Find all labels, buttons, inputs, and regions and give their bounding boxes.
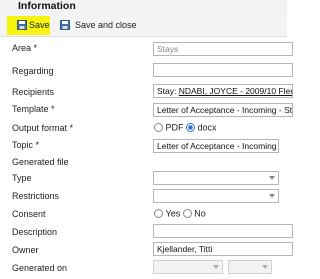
restrictions-label: Restrictions bbox=[12, 191, 60, 201]
recipients-label: Recipients bbox=[12, 87, 55, 97]
consent-yes-label: Yes bbox=[165, 208, 181, 219]
floppy-disk-icon bbox=[17, 20, 27, 30]
type-select[interactable] bbox=[153, 171, 279, 185]
template-label: Template * bbox=[12, 104, 55, 114]
description-label: Description bbox=[12, 227, 58, 237]
template-field[interactable]: Letter of Acceptance - Incoming - St bbox=[153, 103, 293, 117]
docx-radio[interactable] bbox=[186, 123, 196, 133]
area-field[interactable]: Stays bbox=[153, 42, 293, 56]
generated-on-time-select[interactable] bbox=[228, 260, 272, 274]
consent-no-label: No bbox=[194, 208, 206, 219]
toolbar: Save Save and close bbox=[0, 15, 287, 37]
pdf-radio-label: PDF bbox=[165, 122, 184, 133]
dialog-title: Information bbox=[18, 0, 76, 12]
docx-radio-label: docx bbox=[197, 122, 217, 133]
recipient-link[interactable]: NDABI, JOYCE - 2009/10 bbox=[179, 86, 276, 96]
output-format-radio-group: PDF docx bbox=[154, 122, 217, 133]
owner-field[interactable]: Kjellander, Titti bbox=[153, 242, 293, 256]
chevron-down-icon bbox=[213, 265, 219, 269]
output-format-label: Output format * bbox=[12, 123, 74, 133]
save-and-close-button[interactable]: Save and close bbox=[58, 16, 148, 35]
regarding-label: Regarding bbox=[12, 66, 54, 76]
topic-label: Topic * bbox=[12, 140, 40, 150]
type-label: Type bbox=[12, 173, 32, 183]
chevron-down-icon bbox=[269, 176, 275, 180]
regarding-field[interactable] bbox=[153, 63, 293, 77]
consent-radio-group: Yes No bbox=[154, 208, 206, 219]
save-and-close-label: Save and close bbox=[75, 20, 137, 30]
recipients-field[interactable]: Stay: NDABI, JOYCE - 2009/10 Flem bbox=[153, 84, 293, 98]
recipients-prefix: Stay: bbox=[157, 86, 179, 96]
generated-file-label: Generated file bbox=[12, 157, 69, 167]
consent-label: Consent bbox=[12, 209, 46, 219]
save-label: Save bbox=[29, 20, 50, 30]
restrictions-select[interactable] bbox=[153, 189, 279, 203]
dialog-header: Information bbox=[0, 0, 287, 15]
chevron-down-icon bbox=[262, 265, 268, 269]
consent-yes-radio[interactable] bbox=[154, 209, 163, 219]
topic-field[interactable]: Letter of Acceptance - Incoming - bbox=[153, 139, 279, 153]
save-button[interactable]: Save bbox=[7, 16, 50, 35]
recipient-suffix[interactable]: Flem bbox=[276, 86, 292, 96]
area-label: Area * bbox=[12, 43, 38, 53]
description-field[interactable] bbox=[153, 224, 293, 238]
generated-on-label: Generated on bbox=[12, 263, 68, 273]
chevron-down-icon bbox=[269, 194, 275, 198]
owner-label: Owner bbox=[12, 245, 39, 255]
consent-no-radio[interactable] bbox=[182, 209, 192, 219]
pdf-radio[interactable] bbox=[154, 123, 163, 133]
floppy-disk-icon bbox=[60, 20, 70, 30]
generated-on-date-select[interactable] bbox=[153, 260, 223, 274]
